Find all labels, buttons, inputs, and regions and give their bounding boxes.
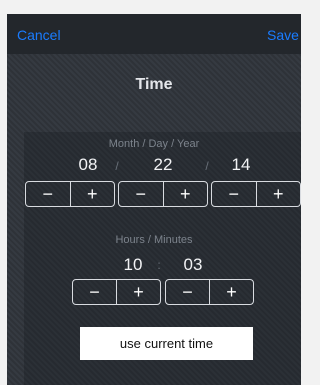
day-stepper: − +: [118, 181, 208, 207]
year-increment-button[interactable]: +: [255, 182, 301, 206]
minutes-increment-button[interactable]: +: [209, 280, 253, 304]
minutes-value: 03: [183, 255, 203, 274]
hours-stepper: − +: [72, 279, 161, 305]
save-button[interactable]: Save: [267, 27, 299, 43]
month-increment-button[interactable]: +: [69, 182, 115, 206]
date-caption: Month / Day / Year: [108, 138, 200, 150]
navigation-bar: Cancel Save: [7, 14, 301, 54]
use-current-time-button[interactable]: use current time: [80, 327, 253, 360]
hours-value: 10: [123, 255, 143, 274]
day-decrement-button[interactable]: −: [119, 182, 163, 206]
year-stepper: − +: [211, 181, 301, 207]
minutes-decrement-button[interactable]: −: [166, 280, 209, 304]
hours-increment-button[interactable]: +: [116, 280, 160, 304]
month-stepper: − +: [25, 181, 115, 207]
page-title: Time: [135, 76, 173, 93]
time-editor-screen: Cancel Save Time Month / Day / Year 08 /…: [7, 14, 301, 385]
day-increment-button[interactable]: +: [162, 182, 208, 206]
month-value: 08: [78, 155, 98, 174]
date-separator: /: [115, 159, 119, 173]
time-caption: Hours / Minutes: [115, 234, 193, 246]
year-decrement-button[interactable]: −: [212, 182, 256, 206]
cancel-button[interactable]: Cancel: [17, 27, 61, 43]
minutes-stepper: − +: [165, 279, 254, 305]
hours-decrement-button[interactable]: −: [73, 280, 116, 304]
year-value: 14: [231, 155, 251, 174]
date-separator: /: [205, 159, 209, 173]
time-separator: :: [157, 258, 161, 272]
month-decrement-button[interactable]: −: [26, 182, 70, 206]
day-value: 22: [153, 155, 173, 174]
